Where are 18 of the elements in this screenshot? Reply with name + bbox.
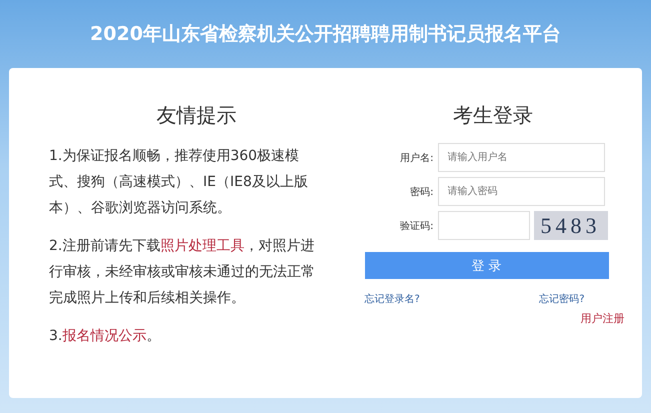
input-field[interactable]: 请输入密码 [438,177,604,206]
notice-paragraph: 2.注册前请先下载照片处理工具，对照片进行审核，未经审核或审核未通过的无法正常完成照片上传和后续相关操作。 [49,237,316,308]
field-label: 验证码: [399,220,434,232]
notice-heading: 友情提示 [156,102,238,129]
captcha-image[interactable]: 5483 [534,211,608,240]
captcha-field[interactable] [438,211,530,240]
register-link[interactable]: 用户注册 [580,311,624,326]
field-label: 密码: [409,186,434,198]
notice-paragraph: 1.为保证报名顺畅，推荐使用360极速模式、搜狗（高速模式）、IE（IE8及以上版本）、谷歌浏览器访问系统。 [49,147,309,218]
notice-link[interactable]: 报名情况公示 [62,328,146,344]
notice-paragraph: 3.报名情况公示。 [49,327,162,346]
input-field[interactable]: 请输入用户名 [438,143,604,172]
forgot-username-link[interactable]: 忘记登录名? [364,292,420,306]
notice-link[interactable]: 照片处理工具 [160,238,244,254]
login-heading: 考生登录 [453,102,533,129]
forgot-password-link[interactable]: 忘记密码? [539,292,584,306]
field-label: 用户名: [399,152,434,164]
page-title: 2020年山东省检察机关公开招聘聘用制书记员报名平台 [90,22,561,47]
